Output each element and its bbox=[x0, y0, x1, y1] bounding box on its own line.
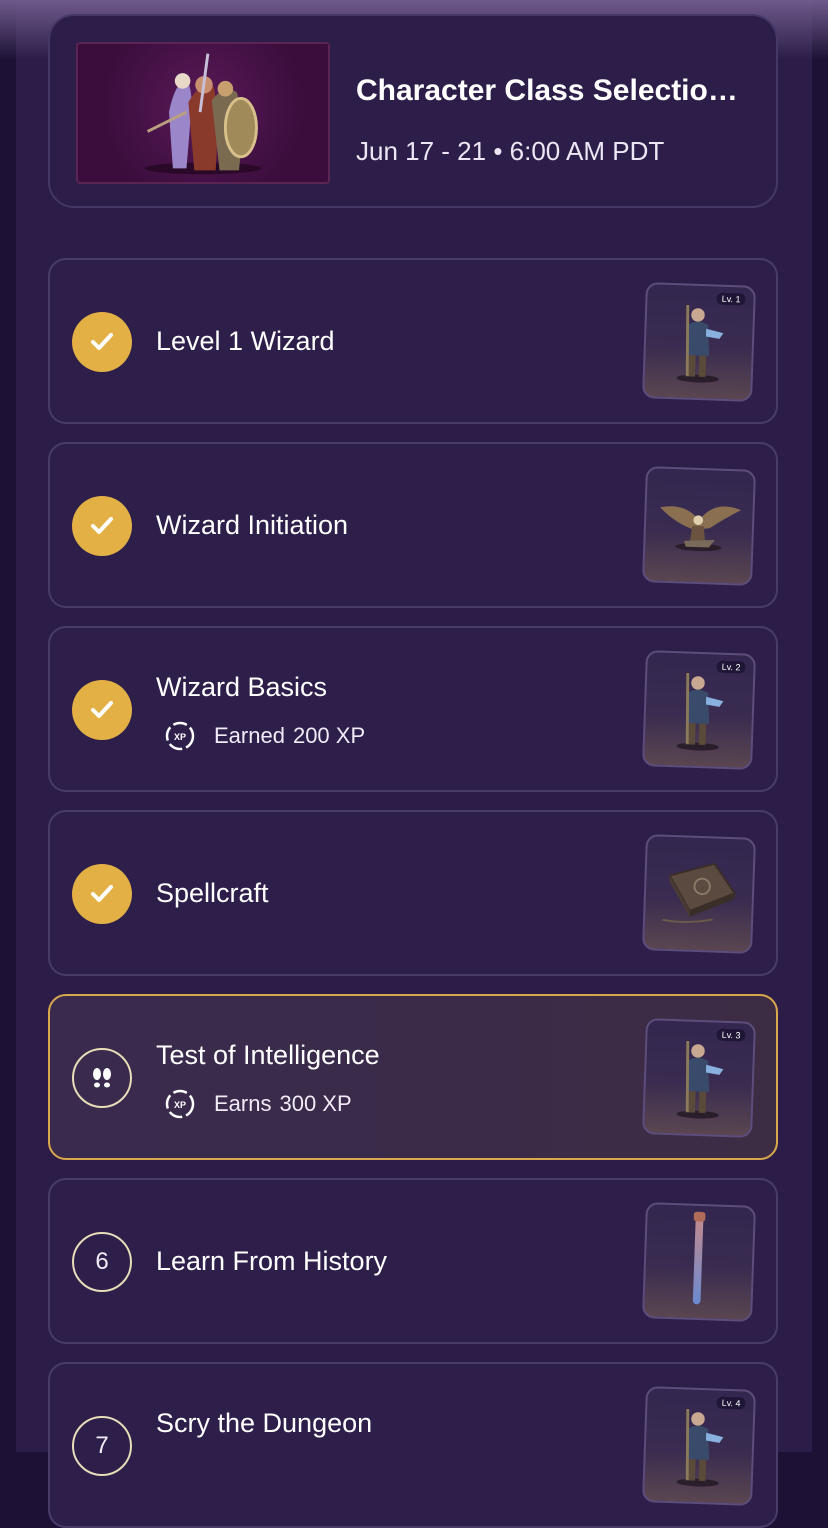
reward-staff bbox=[642, 1202, 756, 1322]
event-header-card[interactable]: Character Class Selectio… Jun 17 - 21 • … bbox=[48, 14, 778, 208]
quest-step-number: 7 bbox=[72, 1416, 132, 1476]
footsteps-icon bbox=[72, 1048, 132, 1108]
adventurer-party-image bbox=[144, 53, 262, 175]
quest-card-wizard-initiation[interactable]: Wizard Initiation bbox=[48, 442, 778, 608]
quest-card-spellcraft[interactable]: Spellcraft bbox=[48, 810, 778, 976]
wizard-figure-icon bbox=[676, 304, 724, 383]
step-number: 7 bbox=[95, 1432, 109, 1459]
xp-reward-row: XP Earns 300 XP bbox=[164, 1088, 352, 1120]
quest-title: Wizard Initiation bbox=[156, 510, 349, 540]
event-date: Jun 17 - 21 • 6:00 AM PDT bbox=[356, 136, 665, 166]
reward-wizard-figure: Lv. 1 bbox=[642, 282, 756, 402]
quest-title: Scry the Dungeon bbox=[156, 1408, 373, 1438]
reward-wizard-figure: Lv. 4 bbox=[642, 1386, 756, 1506]
xp-value: 200 XP bbox=[292, 723, 366, 748]
quest-card-learn-from-history[interactable]: 6 Learn From History bbox=[48, 1178, 778, 1344]
staff-icon bbox=[692, 1211, 706, 1305]
completed-check-icon bbox=[72, 312, 132, 372]
completed-check-icon bbox=[72, 680, 132, 740]
completed-check-icon bbox=[72, 864, 132, 924]
xp-icon: XP bbox=[165, 1089, 195, 1119]
quest-title: Learn From History bbox=[156, 1246, 388, 1276]
quest-title: Wizard Basics bbox=[156, 672, 328, 702]
event-title: Character Class Selectio… bbox=[356, 74, 738, 107]
reward-wizard-figure: Lv. 2 bbox=[642, 650, 756, 770]
reward-spellbook bbox=[642, 834, 756, 954]
xp-status-label: Earned bbox=[214, 723, 285, 748]
wizard-figure-icon bbox=[676, 672, 724, 751]
event-thumbnail bbox=[76, 42, 330, 184]
quest-title: Spellcraft bbox=[156, 878, 269, 908]
quest-title: Test of Intelligence bbox=[156, 1040, 380, 1070]
quest-card-wizard-basics[interactable]: Wizard Basics XP Earned 200 XP Lv. 2 bbox=[48, 626, 778, 792]
quest-card-scry-the-dungeon[interactable]: 7 Scry the Dungeon Lv. 4 bbox=[48, 1362, 778, 1528]
reward-wizard-figure: Lv. 3 bbox=[642, 1018, 756, 1138]
eagle-icon bbox=[660, 506, 742, 552]
completed-check-icon bbox=[72, 496, 132, 556]
svg-text:XP: XP bbox=[174, 732, 186, 742]
quest-card-test-of-intelligence[interactable]: Test of Intelligence XP Earns 300 XP Lv.… bbox=[48, 994, 778, 1160]
wizard-figure-icon bbox=[676, 1408, 724, 1487]
svg-text:XP: XP bbox=[174, 1100, 186, 1110]
quest-title: Level 1 Wizard bbox=[156, 326, 335, 356]
wizard-figure-icon bbox=[676, 1040, 724, 1119]
xp-value: 300 XP bbox=[279, 1091, 352, 1116]
xp-icon: XP bbox=[165, 721, 195, 751]
quest-card-level-1-wizard[interactable]: Level 1 Wizard Lv. 1 bbox=[48, 258, 778, 424]
xp-reward-row: XP Earned 200 XP bbox=[164, 720, 365, 752]
spellbook-icon bbox=[662, 862, 737, 923]
reward-eagle-figure bbox=[642, 466, 756, 586]
xp-status-label: Earns bbox=[214, 1091, 272, 1116]
step-number: 6 bbox=[95, 1248, 109, 1275]
quest-step-number: 6 bbox=[72, 1232, 132, 1292]
